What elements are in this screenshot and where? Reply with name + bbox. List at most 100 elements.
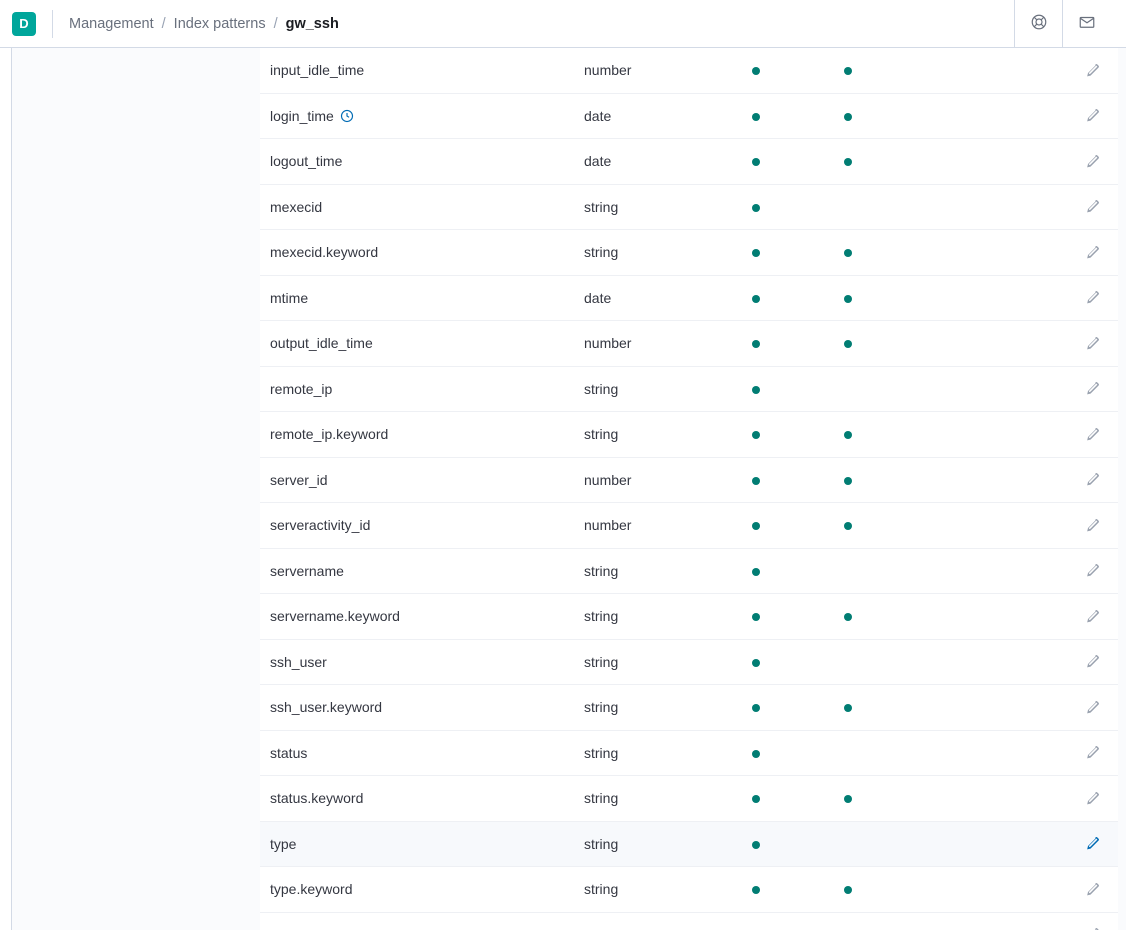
- field-searchable-cell: [744, 321, 836, 367]
- table-row: mexecid.keywordstring: [260, 230, 1118, 276]
- field-name: ssh_user.keyword: [270, 699, 382, 715]
- table-row: user_idnumber: [260, 912, 1118, 930]
- help-button[interactable]: [1014, 0, 1062, 48]
- app-logo-badge[interactable]: D: [12, 12, 36, 36]
- field-actions-cell: [928, 867, 1118, 913]
- field-name-cell: remote_ip.keyword: [260, 412, 576, 458]
- edit-field-button[interactable]: [1082, 788, 1102, 808]
- dot-icon: [844, 113, 852, 121]
- dot-icon: [844, 295, 852, 303]
- edit-field-button[interactable]: [1082, 743, 1102, 763]
- pencil-icon: [1085, 336, 1100, 351]
- edit-field-button[interactable]: [1082, 242, 1102, 262]
- field-name: remote_ip: [270, 381, 332, 397]
- edit-field-button[interactable]: [1082, 925, 1102, 930]
- field-searchable-cell: [744, 730, 836, 776]
- dot-icon: [752, 158, 760, 166]
- field-type-cell: number: [576, 48, 744, 93]
- edit-field-button[interactable]: [1082, 333, 1102, 353]
- field-name: type.keyword: [270, 881, 352, 897]
- lifebuoy-icon: [1030, 13, 1048, 34]
- pencil-icon: [1085, 108, 1100, 123]
- edit-field-button[interactable]: [1082, 288, 1102, 308]
- logo-letter: D: [19, 16, 28, 31]
- edit-field-button[interactable]: [1082, 424, 1102, 444]
- field-name-cell: remote_ip: [260, 366, 576, 412]
- field-type-cell: number: [576, 457, 744, 503]
- pencil-icon: [1085, 563, 1100, 578]
- field-type-cell: date: [576, 139, 744, 185]
- field-name-cell: ssh_user.keyword: [260, 685, 576, 731]
- field-aggregatable-cell: [836, 139, 928, 185]
- dot-icon: [752, 522, 760, 530]
- dot-icon: [752, 659, 760, 667]
- field-searchable-cell: [744, 867, 836, 913]
- dot-icon: [752, 795, 760, 803]
- edit-field-button[interactable]: [1082, 515, 1102, 535]
- breadcrumb-separator: /: [162, 16, 166, 32]
- field-searchable-cell: [744, 639, 836, 685]
- dot-icon: [752, 295, 760, 303]
- mail-icon: [1078, 13, 1096, 34]
- dot-icon: [752, 204, 760, 212]
- field-searchable-cell: [744, 821, 836, 867]
- field-name-cell: input_idle_time: [260, 48, 576, 93]
- field-type-cell: number: [576, 503, 744, 549]
- edit-field-button[interactable]: [1082, 697, 1102, 717]
- field-name: mexecid.keyword: [270, 244, 378, 260]
- edit-field-button[interactable]: [1082, 834, 1102, 854]
- field-name: input_idle_time: [270, 62, 364, 78]
- edit-field-button[interactable]: [1082, 151, 1102, 171]
- pencil-icon: [1085, 518, 1100, 533]
- dot-icon: [844, 886, 852, 894]
- field-aggregatable-cell: [836, 412, 928, 458]
- field-type-cell: string: [576, 776, 744, 822]
- edit-field-button[interactable]: [1082, 561, 1102, 581]
- field-name: serveractivity_id: [270, 517, 370, 533]
- newsfeed-button[interactable]: [1062, 0, 1110, 48]
- fields-table: input_idle_timenumberlogin_timedatelogou…: [260, 48, 1118, 930]
- field-type-cell: date: [576, 275, 744, 321]
- breadcrumb-current: gw_ssh: [286, 16, 339, 32]
- field-name-cell: server_id: [260, 457, 576, 503]
- breadcrumb-index-patterns[interactable]: Index patterns: [174, 16, 266, 32]
- edit-field-button[interactable]: [1082, 606, 1102, 626]
- field-searchable-cell: [744, 685, 836, 731]
- edit-field-button[interactable]: [1082, 879, 1102, 899]
- edit-field-button[interactable]: [1082, 470, 1102, 490]
- dot-icon: [752, 704, 760, 712]
- field-searchable-cell: [744, 275, 836, 321]
- field-name: status.keyword: [270, 790, 363, 806]
- edit-field-button[interactable]: [1082, 106, 1102, 126]
- field-name: mtime: [270, 290, 308, 306]
- field-actions-cell: [928, 93, 1118, 139]
- field-type-cell: number: [576, 321, 744, 367]
- field-name: remote_ip.keyword: [270, 426, 388, 442]
- field-aggregatable-cell: [836, 867, 928, 913]
- field-aggregatable-cell: [836, 730, 928, 776]
- breadcrumb: Management / Index patterns / gw_ssh: [69, 16, 339, 32]
- field-type-cell: string: [576, 548, 744, 594]
- edit-field-button[interactable]: [1082, 652, 1102, 672]
- dot-icon: [844, 431, 852, 439]
- edit-field-button[interactable]: [1082, 197, 1102, 217]
- field-searchable-cell: [744, 139, 836, 185]
- dot-icon: [844, 249, 852, 257]
- dot-icon: [844, 477, 852, 485]
- clock-icon: [340, 109, 354, 123]
- breadcrumb-management[interactable]: Management: [69, 16, 154, 32]
- field-searchable-cell: [744, 548, 836, 594]
- field-type-cell: string: [576, 685, 744, 731]
- pencil-icon: [1085, 199, 1100, 214]
- table-row: serveractivity_id number: [260, 503, 1118, 549]
- dot-icon: [844, 340, 852, 348]
- dot-icon: [844, 522, 852, 530]
- field-searchable-cell: [744, 230, 836, 276]
- table-row: servernamestring: [260, 548, 1118, 594]
- field-searchable-cell: [744, 912, 836, 930]
- edit-field-button[interactable]: [1082, 60, 1102, 80]
- table-row: ssh_user.keyword string: [260, 685, 1118, 731]
- table-row: typestring: [260, 821, 1118, 867]
- edit-field-button[interactable]: [1082, 379, 1102, 399]
- field-name-cell: type.keyword: [260, 867, 576, 913]
